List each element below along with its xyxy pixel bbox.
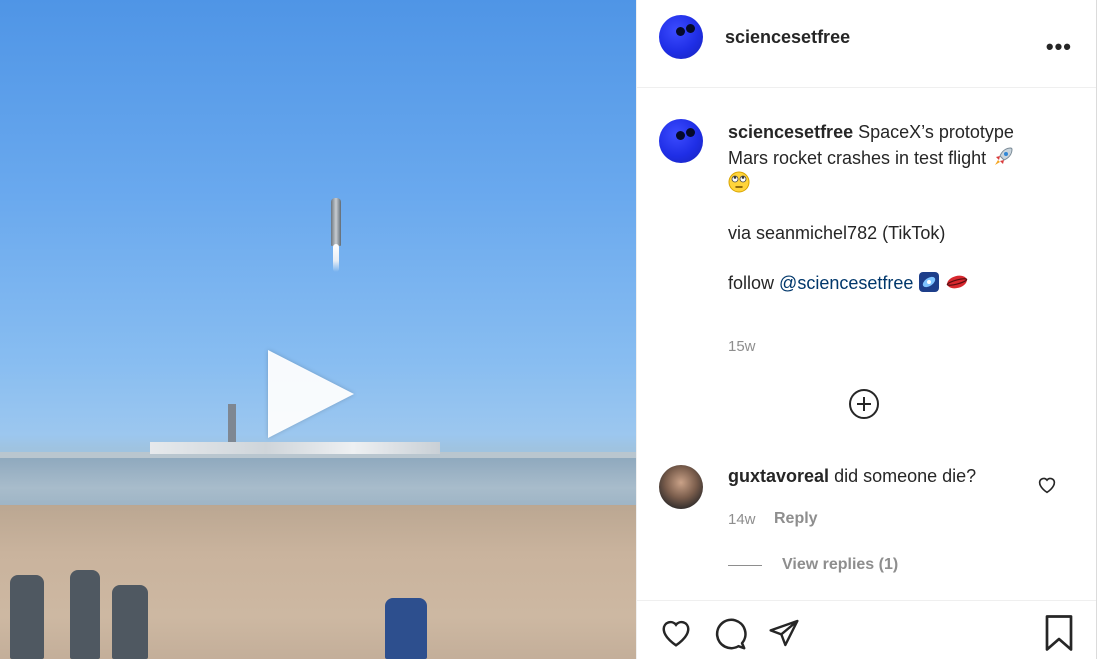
load-more-comments-icon[interactable] xyxy=(849,389,879,419)
spectator xyxy=(112,585,148,659)
post-video[interactable] xyxy=(0,0,636,659)
avatar-eye xyxy=(686,24,695,33)
comment-bubble-icon[interactable] xyxy=(713,617,747,651)
comment-text: did someone die? xyxy=(834,466,977,486)
commenter-avatar[interactable] xyxy=(659,465,703,509)
view-replies-button[interactable]: View replies (1) xyxy=(728,556,898,574)
caption-username[interactable]: sciencesetfree xyxy=(728,122,853,142)
avatar-eye xyxy=(686,128,695,137)
caption-follow-text: follow xyxy=(728,273,775,293)
like-heart-icon[interactable] xyxy=(659,618,693,648)
spectator xyxy=(10,575,44,659)
like-comment-heart-icon[interactable] xyxy=(1037,476,1057,494)
water xyxy=(0,458,636,508)
comment-item: guxtavoreal did someone die? xyxy=(728,466,976,487)
author-username[interactable]: sciencesetfree xyxy=(725,27,850,48)
more-options-icon[interactable]: ••• xyxy=(1046,34,1072,60)
post-details-panel: sciencesetfree ••• sciencesetfree SpaceX… xyxy=(636,0,1097,659)
post-header: sciencesetfree ••• xyxy=(637,0,1096,88)
save-bookmark-icon[interactable] xyxy=(1043,615,1075,651)
replies-divider-line xyxy=(728,564,762,566)
avatar-eye xyxy=(676,27,685,36)
rocket-emoji-icon xyxy=(995,147,1013,165)
caption-mention-link[interactable]: @sciencesetfree xyxy=(779,273,913,293)
red-planet-emoji-icon xyxy=(947,275,968,289)
comment-timestamp[interactable]: 14w xyxy=(728,511,756,528)
spectator xyxy=(385,598,427,659)
rocket-exhaust xyxy=(333,244,339,272)
galaxy-emoji-icon xyxy=(919,272,940,292)
caption-timestamp[interactable]: 15w xyxy=(728,338,756,355)
caption-credit: via seanmichel782 (TikTok) xyxy=(728,223,946,243)
share-send-icon[interactable] xyxy=(767,617,801,649)
avatar-eye xyxy=(676,131,685,140)
reply-button[interactable]: Reply xyxy=(774,510,818,528)
rolling-eyes-emoji-icon xyxy=(728,171,750,193)
commenter-username[interactable]: guxtavoreal xyxy=(728,466,829,486)
post-caption: sciencesetfree SpaceX’s prototype Mars r… xyxy=(728,120,1058,296)
launch-site xyxy=(150,442,440,454)
view-replies-label: View replies (1) xyxy=(782,556,899,573)
rocket xyxy=(331,198,341,246)
author-avatar[interactable] xyxy=(659,15,703,59)
caption-avatar[interactable] xyxy=(659,119,703,163)
spectator xyxy=(70,570,100,659)
play-button[interactable] xyxy=(268,350,354,438)
post-actions-bar xyxy=(637,600,1096,660)
